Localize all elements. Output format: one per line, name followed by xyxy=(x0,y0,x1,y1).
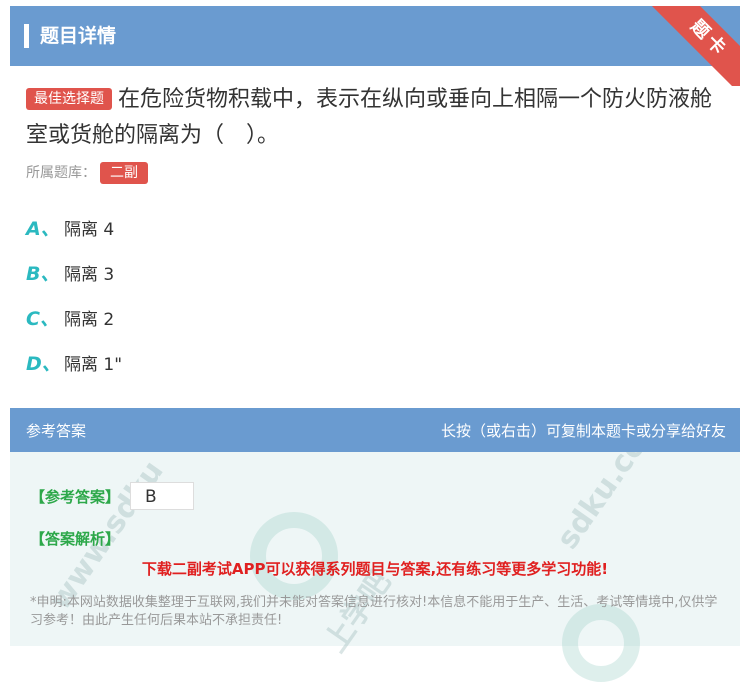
answer-header: 参考答案 长按（或右击）可复制本题卡或分享给好友 xyxy=(10,408,740,452)
bank-tag[interactable]: 二副 xyxy=(100,162,148,184)
option-text: 隔离 2 xyxy=(64,310,115,330)
question-card: 题目详情 题卡 最佳选择题 在危险货物积载中，表示在纵向或垂向上相隔一个防火防液舱… xyxy=(10,6,740,682)
bank-label: 所属题库： xyxy=(26,165,96,181)
header-accent-bar xyxy=(24,24,29,48)
answer-panel: www.sdku sdku.com 上学吧 参考答案 长按（或右击）可复制本题卡… xyxy=(10,403,740,682)
analysis-label: 【答案解析】 xyxy=(30,530,121,548)
option-letter: C、 xyxy=(26,308,59,330)
card-header: 题目详情 题卡 xyxy=(10,6,740,86)
option-text: 隔离 1" xyxy=(64,355,123,375)
option-a[interactable]: A、 隔离 4 xyxy=(26,214,114,241)
option-letter: A、 xyxy=(26,218,60,240)
watermark-logo xyxy=(250,512,338,600)
question-text-block: 最佳选择题 在危险货物积载中，表示在纵向或垂向上相隔一个防火防液舱 室或货舱的隔离… xyxy=(26,82,726,154)
option-text: 隔离 4 xyxy=(64,220,115,240)
app-promo-link[interactable]: 下载二副考试APP可以获得系列题目与答案,还有练习等更多学习功能! xyxy=(10,558,740,579)
option-b[interactable]: B、 隔离 3 xyxy=(26,259,114,286)
share-hint: 长按（或右击）可复制本题卡或分享给好友 xyxy=(440,422,726,440)
option-d[interactable]: D、 隔离 1" xyxy=(26,349,122,376)
disclaimer-text: *申明:本网站数据收集整理于互联网,我们并未能对答案信息进行核对!本信息不能用于… xyxy=(30,595,718,628)
reference-answer-value: B xyxy=(130,482,194,510)
question-type-badge: 最佳选择题 xyxy=(26,88,112,110)
corner-ribbon: 题卡 xyxy=(650,6,740,86)
ribbon-label: 题卡 xyxy=(651,6,740,86)
reference-answer-label: 【参考答案】 xyxy=(30,488,121,506)
question-text: 在危险货物积载中，表示在纵向或垂向上相隔一个防火防液舱 室或货舱的隔离为（ ）。 xyxy=(26,87,713,148)
option-letter: B、 xyxy=(26,263,60,285)
option-letter: D、 xyxy=(26,353,61,375)
option-c[interactable]: C、 隔离 2 xyxy=(26,304,114,331)
option-text: 隔离 3 xyxy=(64,265,115,285)
answer-header-title: 参考答案 xyxy=(26,422,87,440)
page-title: 题目详情 xyxy=(40,25,117,47)
question-bank: 所属题库： 二副 xyxy=(26,162,148,184)
